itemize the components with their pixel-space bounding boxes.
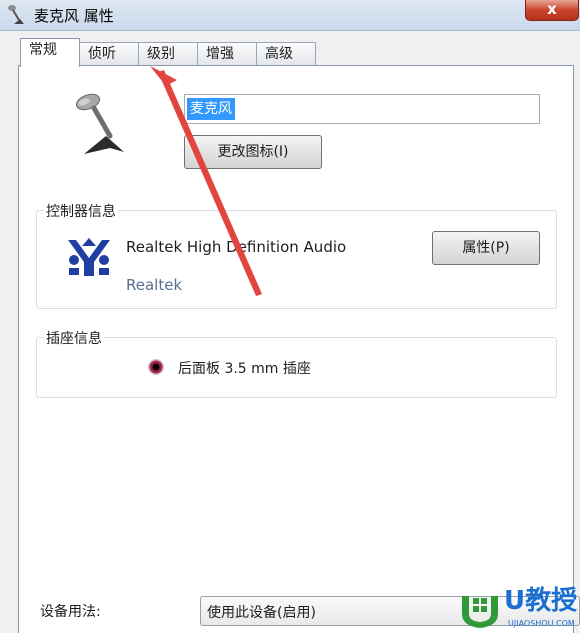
- microphone-icon: [75, 93, 124, 154]
- tab-listen[interactable]: 侦听: [79, 42, 139, 65]
- realtek-logo-icon: [68, 238, 110, 276]
- watermark-title: U教授: [504, 586, 578, 616]
- close-button[interactable]: x: [525, 0, 579, 21]
- title-bar: 麦克风 属性 x: [0, 0, 580, 31]
- window-title: 麦克风 属性: [34, 7, 114, 25]
- change-icon-button[interactable]: 更改图标(I): [184, 135, 322, 169]
- controller-device-name: Realtek High Definition Audio: [126, 238, 347, 256]
- device-usage-selected: 使用此设备(启用): [207, 605, 316, 621]
- controller-vendor-name: Realtek: [126, 276, 183, 294]
- controller-info-title: 控制器信息: [44, 201, 118, 221]
- device-name-field[interactable]: 麦克风: [184, 94, 540, 124]
- tab-bar: 常规 侦听 级别 增强 高级: [0, 30, 580, 67]
- watermark-logo-icon: [462, 596, 498, 628]
- tab-advanced[interactable]: 高级: [256, 42, 316, 65]
- watermark-subtitle: UJIAOSHOU.COM: [508, 619, 575, 628]
- jack-location-text: 后面板 3.5 mm 插座: [178, 361, 311, 377]
- tab-general[interactable]: 常规: [20, 38, 80, 67]
- tab-levels[interactable]: 级别: [138, 42, 198, 65]
- close-icon: x: [547, 0, 557, 18]
- microphone-icon: [8, 5, 24, 24]
- controller-properties-button[interactable]: 属性(P): [432, 231, 540, 265]
- device-usage-label: 设备用法:: [40, 604, 101, 620]
- jack-color-icon: [148, 359, 164, 375]
- tab-enhancements[interactable]: 增强: [197, 42, 257, 65]
- jack-info-title: 插座信息: [44, 328, 104, 348]
- device-name-value: 麦克风: [187, 98, 235, 120]
